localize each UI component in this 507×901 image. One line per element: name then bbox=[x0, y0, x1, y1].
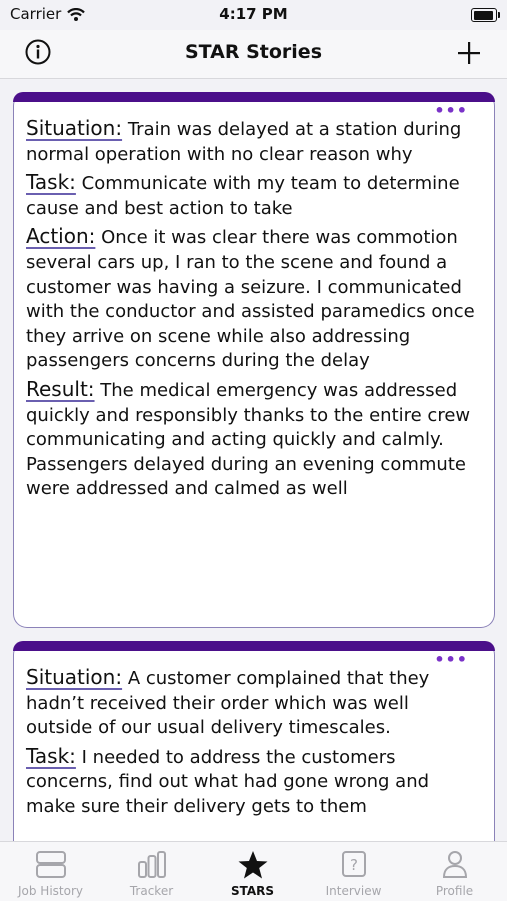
plus-icon[interactable] bbox=[455, 39, 483, 67]
svg-text:?: ? bbox=[350, 856, 358, 874]
more-options-icon[interactable]: ••• bbox=[434, 652, 468, 668]
tab-label: Job History bbox=[17, 884, 83, 898]
tab-label: Interview bbox=[325, 884, 382, 898]
situation-label: Situation: bbox=[26, 116, 123, 140]
tab-bar: Job History Tracker STARS ? Interview Pr… bbox=[0, 841, 507, 901]
card-accent-bar bbox=[13, 92, 495, 102]
navigation-bar: STAR Stories bbox=[0, 30, 507, 79]
story-list[interactable]: ••• Situation: Train was delayed at a st… bbox=[0, 79, 507, 841]
tab-profile[interactable]: Profile bbox=[404, 842, 505, 901]
task-label: Task: bbox=[26, 743, 76, 768]
battery-icon bbox=[471, 8, 500, 22]
story-card[interactable]: ••• Situation: Train was delayed at a st… bbox=[13, 92, 495, 628]
tab-interview[interactable]: ? Interview bbox=[303, 842, 404, 901]
tab-label: Profile bbox=[435, 884, 474, 898]
tab-job-history[interactable]: Job History bbox=[0, 842, 101, 901]
job-history-icon bbox=[35, 851, 66, 878]
star-icon bbox=[238, 851, 267, 879]
question-icon: ? bbox=[341, 851, 366, 877]
bar-chart-icon bbox=[137, 851, 166, 878]
task-label: Task: bbox=[26, 170, 76, 195]
result-label: Result: bbox=[26, 376, 95, 401]
tab-label: Tracker bbox=[129, 884, 174, 898]
card-accent-bar bbox=[13, 641, 495, 651]
result-text: Result: The medical emergency was addres… bbox=[26, 377, 480, 502]
tab-stars[interactable]: STARS bbox=[202, 842, 303, 901]
status-time: 4:17 PM bbox=[219, 5, 288, 23]
story-card[interactable]: ••• Situation: A customer complained tha… bbox=[13, 641, 495, 841]
more-options-icon[interactable]: ••• bbox=[434, 103, 468, 119]
action-label: Action: bbox=[26, 224, 96, 249]
tab-tracker[interactable]: Tracker bbox=[101, 842, 202, 901]
task-text: Task: I needed to address the customers … bbox=[26, 744, 480, 820]
task-value: I needed to address the customers concer… bbox=[26, 746, 430, 817]
action-value: Once it was clear there was commotion se… bbox=[26, 227, 475, 372]
action-text: Action: Once it was clear there was comm… bbox=[26, 224, 480, 374]
status-bar: Carrier 4:17 PM bbox=[0, 0, 507, 30]
task-text: Task: Communicate with my team to determ… bbox=[26, 170, 480, 221]
situation-label: Situation: bbox=[26, 665, 123, 689]
person-icon bbox=[442, 851, 467, 878]
tab-label: STARS bbox=[230, 884, 275, 898]
situation-text: Situation: Train was delayed at a statio… bbox=[26, 116, 480, 167]
page-title: STAR Stories bbox=[184, 41, 323, 63]
situation-text: Situation: A customer complained that th… bbox=[26, 665, 480, 741]
task-value: Communicate with my team to determine ca… bbox=[26, 173, 460, 219]
